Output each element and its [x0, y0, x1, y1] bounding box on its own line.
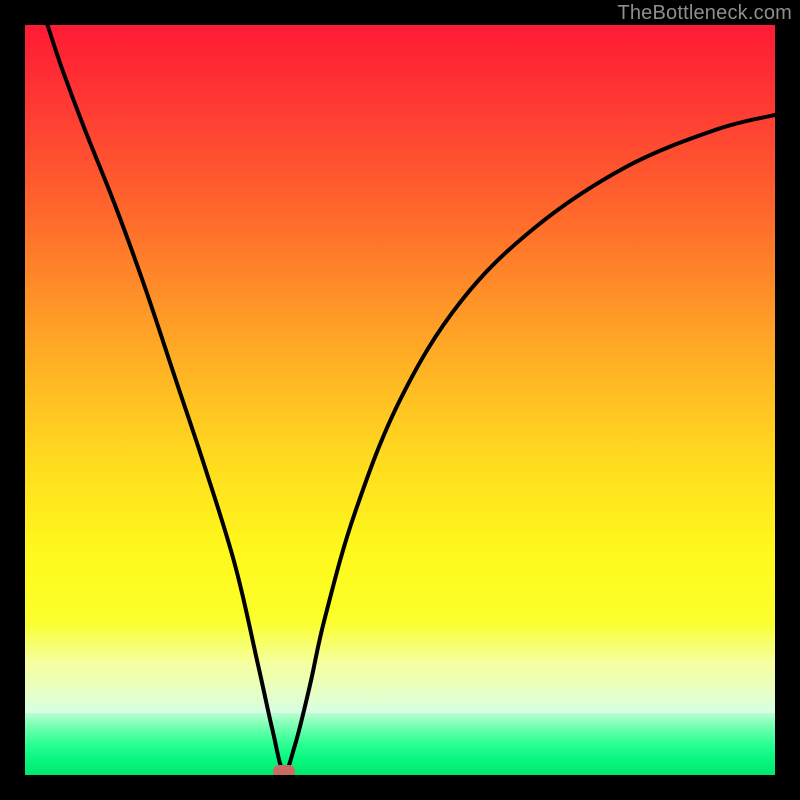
plot-area: [25, 25, 775, 775]
background-green-band: [25, 713, 775, 775]
chart-frame: TheBottleneck.com: [0, 0, 800, 800]
optimal-point-marker: [273, 765, 295, 775]
background-gradient: [25, 25, 775, 713]
watermark-text: TheBottleneck.com: [617, 2, 792, 25]
background-lightband: [25, 625, 775, 705]
